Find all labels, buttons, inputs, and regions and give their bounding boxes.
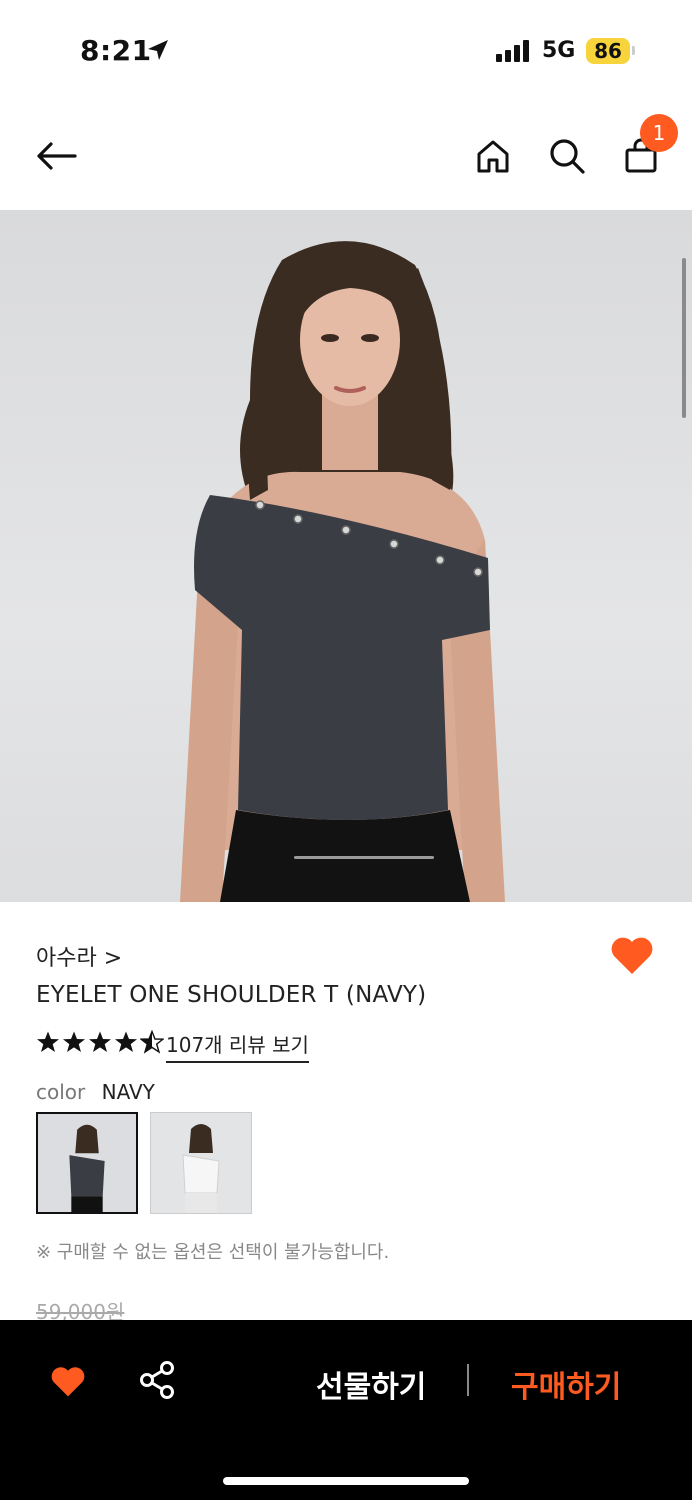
buy-button[interactable]: 구매하기 (511, 1362, 621, 1406)
color-option-row: color NAVY (36, 1080, 155, 1104)
status-bar: 8:21 5G 86 (0, 0, 692, 100)
top-nav (0, 100, 692, 210)
selected-color: NAVY (101, 1080, 155, 1104)
option-notice: ※ 구매할 수 없는 옵션은 선택이 불가능합니다. (36, 1242, 390, 1263)
battery-tip (632, 46, 635, 55)
product-photo (180, 241, 505, 902)
home-icon (477, 140, 509, 173)
swatch-white[interactable] (150, 1112, 252, 1214)
star-icon (37, 1031, 59, 1052)
bottom-action-bar: 선물하기 구매하기 (0, 1320, 692, 1500)
scroll-indicator (682, 258, 686, 418)
network-type: 5G (542, 38, 576, 63)
star-icon (115, 1031, 137, 1052)
button-divider (467, 1364, 469, 1396)
search-button[interactable] (545, 134, 589, 178)
product-image-carousel[interactable] (0, 210, 692, 902)
home-button[interactable] (471, 134, 515, 178)
swatch-navy-thumbnail (38, 1114, 136, 1212)
back-button[interactable] (34, 134, 78, 178)
heart-icon (51, 1367, 85, 1397)
home-indicator[interactable] (223, 1477, 469, 1485)
reviews-link[interactable]: 107개 리뷰 보기 (166, 1029, 309, 1063)
brand-link[interactable]: 아수라 > (36, 940, 122, 972)
status-time: 8:21 (80, 34, 152, 67)
share-button[interactable] (138, 1360, 176, 1404)
cellular-signal-icon (496, 40, 529, 62)
share-icon (140, 1361, 174, 1399)
search-icon (550, 139, 585, 174)
swatch-navy[interactable] (36, 1112, 138, 1214)
swatch-white-thumbnail (151, 1113, 251, 1213)
star-icon (63, 1031, 85, 1052)
rating-stars (36, 1030, 164, 1054)
cart-count-badge: 1 (640, 114, 678, 152)
product-title: EYELET ONE SHOULDER T (NAVY) (36, 982, 427, 1008)
battery-indicator: 86 (586, 38, 630, 64)
color-swatches (36, 1112, 252, 1214)
gift-button[interactable]: 선물하기 (316, 1362, 426, 1406)
back-arrow-icon (37, 142, 77, 170)
carousel-progress-indicator (294, 856, 434, 859)
color-label: color (36, 1080, 86, 1104)
bottom-wishlist-button[interactable] (50, 1366, 86, 1402)
half-star-icon (140, 1030, 164, 1054)
heart-icon (611, 937, 653, 974)
star-icon (89, 1031, 111, 1052)
wishlist-button[interactable] (610, 936, 654, 980)
location-arrow-icon (148, 40, 168, 60)
